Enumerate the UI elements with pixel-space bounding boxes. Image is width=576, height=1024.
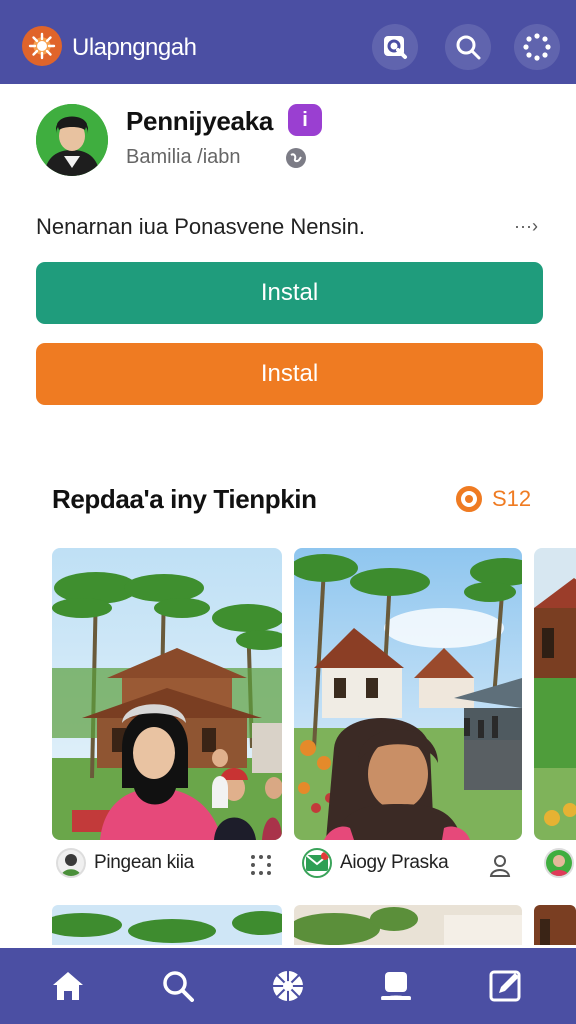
nav-home[interactable] (46, 964, 90, 1008)
author-name: Aiogy Praska (340, 852, 449, 873)
bottom-navigation (0, 948, 576, 1024)
author-avatar (302, 848, 332, 878)
install-button-secondary[interactable]: Instal (36, 343, 543, 405)
more-options-button[interactable] (514, 24, 560, 70)
person-icon (489, 855, 511, 877)
author-avatar (544, 848, 574, 878)
section-count-label: S12 (492, 486, 532, 511)
sun-logo-icon (22, 26, 62, 66)
card-menu-button[interactable] (248, 852, 274, 878)
home-icon (53, 972, 83, 1000)
search-icon (163, 971, 194, 1002)
verified-badge: i (288, 104, 322, 136)
nav-profile[interactable] (374, 964, 418, 1008)
media-card[interactable] (534, 905, 576, 945)
nav-search[interactable] (156, 964, 200, 1008)
app-description: Nenarnan iua Ponasvene Nensin. (36, 214, 366, 239)
card-author[interactable]: Pingean kiia (56, 848, 194, 878)
media-card[interactable] (52, 905, 282, 945)
grid-dots-icon (251, 855, 271, 875)
edit-icon (489, 970, 521, 1002)
camera-search-icon (384, 36, 407, 59)
search-button[interactable] (445, 24, 491, 70)
dots-circle-icon (523, 33, 551, 61)
profile-subtitle: Bamilia /iabn (126, 146, 241, 168)
search-icon (456, 35, 481, 60)
camera-search-button[interactable] (372, 24, 418, 70)
media-card[interactable] (294, 905, 522, 945)
author-name: Pingean kiia (94, 852, 194, 873)
media-card[interactable] (52, 548, 282, 840)
media-card[interactable] (534, 548, 576, 840)
media-card[interactable] (294, 548, 522, 840)
aperture-icon (273, 971, 303, 1001)
section-title: Repdaa'a iny Tienpkin (52, 484, 317, 514)
profile-name: Pennijyeaka (126, 106, 274, 136)
nav-explore[interactable] (266, 964, 310, 1008)
profile-card-icon (381, 972, 411, 1000)
install-button-primary[interactable]: Instal (36, 262, 543, 324)
app-title: Ulapngngah (72, 34, 197, 61)
nav-compose[interactable] (484, 964, 528, 1008)
top-app-bar: Ulapngngah (0, 0, 576, 84)
card-profile-button[interactable] (487, 852, 513, 878)
description-more-button[interactable]: ···› (506, 212, 546, 240)
section-count[interactable]: S12 (456, 486, 531, 512)
profile-avatar[interactable] (36, 104, 108, 176)
card-author[interactable]: Aiogy Praska (302, 848, 449, 878)
view-count-icon (456, 486, 482, 512)
author-avatar (56, 848, 86, 878)
globe-icon (286, 148, 306, 168)
card-author[interactable] (544, 848, 574, 878)
